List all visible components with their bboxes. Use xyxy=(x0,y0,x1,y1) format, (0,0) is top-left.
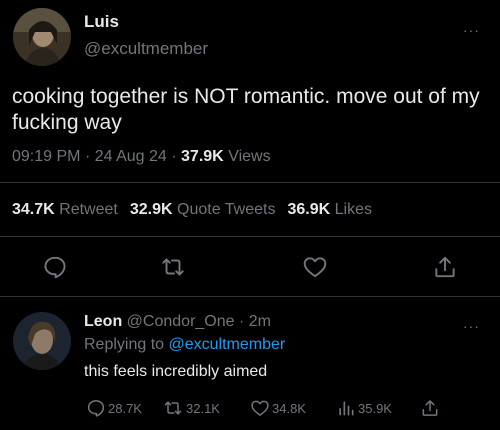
retweets-label: Retweet xyxy=(59,201,118,218)
tweet-time[interactable]: 09:19 PM xyxy=(12,148,80,165)
quotes-stat[interactable]: 32.9K Quote Tweets xyxy=(130,201,276,218)
quotes-count: 32.9K xyxy=(129,201,173,218)
reply-header: Leon @Condor_One · 2m xyxy=(84,313,271,331)
retweets-count: 34.7K xyxy=(12,201,55,218)
tweet-date[interactable]: 24 Aug 24 xyxy=(95,148,167,165)
share-button[interactable] xyxy=(432,254,458,280)
tweet-text: cooking together is NOT romantic. move o… xyxy=(12,85,480,134)
replying-to: Replying to @excultmember xyxy=(84,336,285,354)
reply-icon xyxy=(44,256,66,279)
reply-button[interactable] xyxy=(42,254,68,280)
reply-reply-count: 28.7K xyxy=(108,400,142,416)
reply-retweet-button[interactable]: 32.1K xyxy=(162,398,220,418)
likes-count: 36.9K xyxy=(287,201,331,218)
retweet-icon xyxy=(162,258,184,276)
replying-to-handle[interactable]: @excultmember xyxy=(169,336,286,353)
reply-icon xyxy=(87,400,105,417)
views-icon xyxy=(339,401,354,416)
author-handle[interactable]: @excultmember xyxy=(84,39,208,59)
like-icon xyxy=(251,400,269,416)
views-label: Views xyxy=(228,148,271,165)
divider xyxy=(0,236,500,237)
reply-views-button[interactable]: 35.9K xyxy=(336,398,392,418)
reply-retweet-count: 32.1K xyxy=(186,400,220,416)
more-options-icon[interactable]: ··· xyxy=(463,318,480,334)
tweet-meta: 09:19 PM · 24 Aug 24 · 37.9K Views xyxy=(12,148,271,166)
more-options-icon[interactable]: ··· xyxy=(463,22,480,38)
divider xyxy=(0,182,500,183)
reply-reply-button[interactable]: 28.7K xyxy=(86,398,142,418)
meta-separator: · xyxy=(171,148,177,165)
reply-like-count: 34.8K xyxy=(272,400,306,416)
engagement-stats: 34.7K Retweet 32.9K Quote Tweets 36.9K Lik… xyxy=(12,201,372,219)
reply-like-button[interactable]: 34.8K xyxy=(250,398,306,418)
replying-to-label: Replying to xyxy=(84,336,165,353)
author-name[interactable]: Luis xyxy=(84,12,119,32)
reply-author-avatar[interactable] xyxy=(13,312,71,370)
reply-author-name[interactable]: Leon xyxy=(84,313,122,330)
reply-views-count: 35.9K xyxy=(358,400,392,416)
quotes-label: Quote Tweets xyxy=(177,201,276,218)
reply-age[interactable]: 2m xyxy=(249,313,271,330)
reply-text: this feels incredibly aimed xyxy=(84,363,268,380)
likes-label: Likes xyxy=(334,201,372,218)
retweets-stat[interactable]: 34.7K Retweet xyxy=(12,201,118,218)
meta-separator: · xyxy=(238,313,245,330)
reply-author-handle[interactable]: @Condor_One xyxy=(127,313,235,330)
share-icon xyxy=(422,400,438,416)
likes-stat[interactable]: 36.9K Likes xyxy=(287,201,372,218)
like-icon xyxy=(303,257,327,278)
retweet-icon xyxy=(164,401,182,415)
meta-separator: · xyxy=(84,148,91,165)
retweet-button[interactable] xyxy=(160,254,186,280)
divider xyxy=(0,296,500,297)
views-count: 37.9K xyxy=(181,148,224,165)
reply-share-button[interactable] xyxy=(420,398,440,418)
author-avatar[interactable] xyxy=(13,8,71,66)
like-button[interactable] xyxy=(302,254,328,280)
share-icon xyxy=(435,256,455,278)
